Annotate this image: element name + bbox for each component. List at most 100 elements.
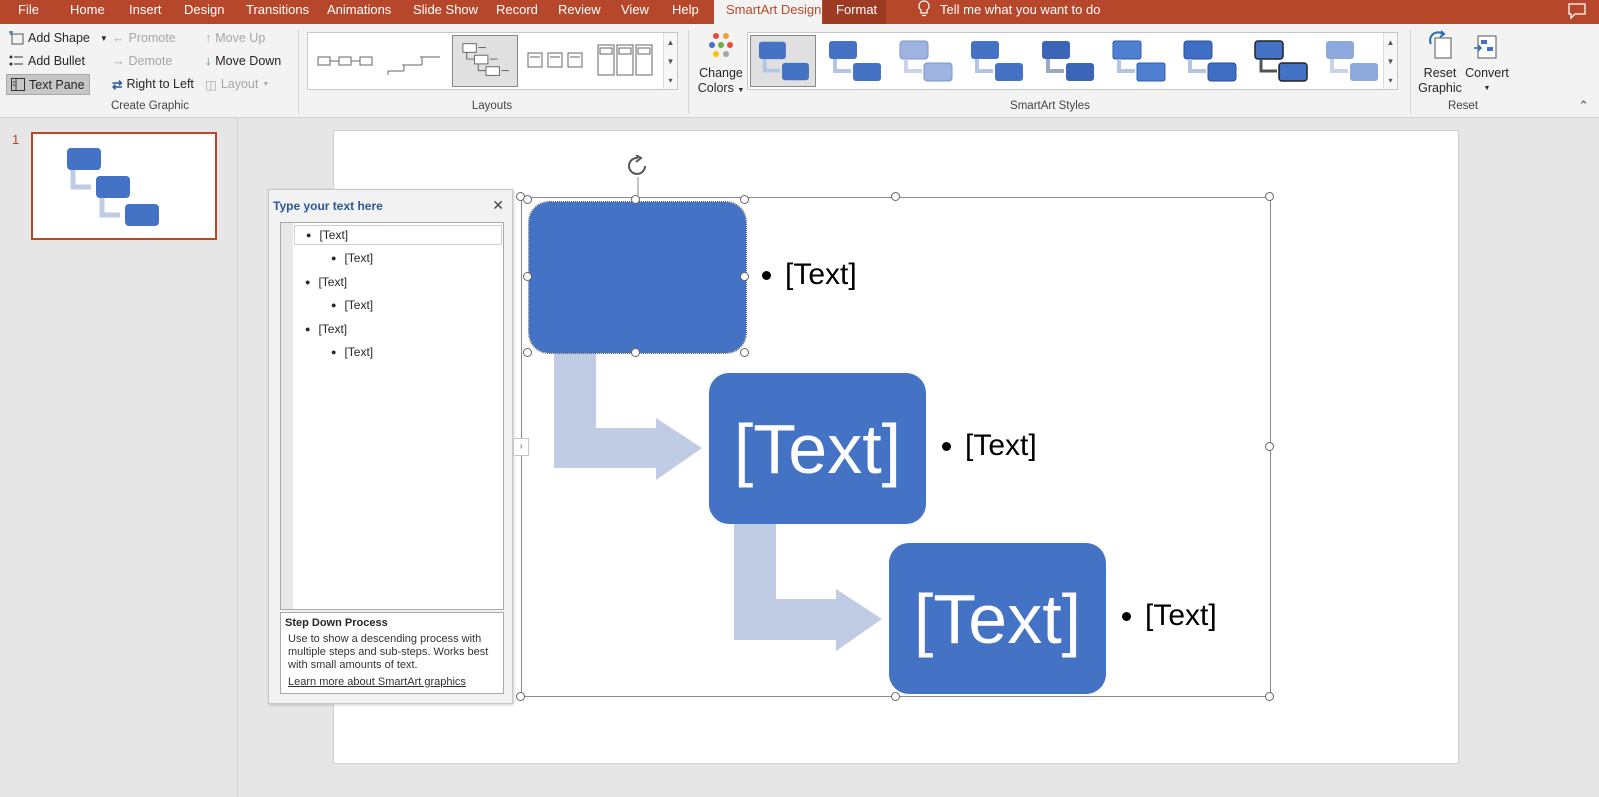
learn-more-link[interactable]: Learn more about SmartArt graphics [285,676,499,689]
resize-handle[interactable] [891,192,900,201]
text-pane-icon [11,78,25,91]
shape-resize-handle[interactable] [523,195,532,204]
collapse-ribbon-icon[interactable]: ⌃ [1578,98,1589,114]
style-white-outline-option[interactable] [821,35,887,87]
resize-handle[interactable] [1265,442,1274,451]
layouts-gallery-scroll[interactable]: ▲ ▼ ▾ [663,33,677,89]
tell-me-search[interactable]: Tell me what you want to do [918,0,1100,24]
reset-graphic-button[interactable]: Reset Graphic [1418,30,1462,96]
bullet-icon: ● [306,230,312,240]
add-bullet-button[interactable]: Add Bullet [8,51,85,71]
layout-button[interactable]: ◫ Layout ▼ [205,74,269,94]
smartart-subtext-1[interactable]: [Text] [762,258,857,292]
shape-resize-handle[interactable] [523,348,532,357]
tab-file[interactable]: File [18,0,39,24]
layout-step-up-option[interactable] [382,35,448,87]
styles-gallery-scroll[interactable]: ▲ ▼ ▾ [1383,33,1397,89]
style-moderate-effect-option[interactable] [963,35,1029,87]
slide-thumbnail-preview [67,148,159,226]
convert-icon [1474,35,1497,59]
style-polished-option[interactable] [1105,35,1171,87]
layout-step-down-process-option[interactable] [452,35,518,87]
slide-thumbnail[interactable] [31,132,217,240]
shape-resize-handle[interactable] [523,272,532,281]
add-bullet-label: Add Bullet [28,54,85,68]
tab-record[interactable]: Record [496,0,538,24]
arrow-down-icon: ↓ [205,54,212,68]
text-pane-item[interactable]: ● [Text] [294,225,502,245]
shape-resize-handle[interactable] [631,348,640,357]
tab-design[interactable]: Design [184,0,224,24]
palette-icon [709,33,733,57]
add-shape-button[interactable]: Add Shape ▼ [8,28,108,48]
smartart-subtext-3-label: [Text] [1145,599,1217,632]
text-pane-button[interactable]: Text Pane [6,74,90,95]
change-colors-button[interactable]: Change Colors ▼ [696,30,746,98]
text-pane-subitem[interactable]: ● [Text] [331,342,373,362]
text-pane-item-label: [Text] [318,275,348,289]
resize-handle[interactable] [1265,692,1274,701]
slide-number: 1 [12,132,20,147]
smartart-subtext-2-label: [Text] [965,429,1037,462]
close-icon[interactable]: ✕ [492,197,504,214]
style-simple-fill-option[interactable] [750,35,816,87]
text-pane-subitem[interactable]: ● [Text] [331,248,373,268]
smartart-shape-3[interactable]: [Text] [889,543,1106,694]
bullet-icon: ● [305,324,311,334]
tab-view[interactable]: View [621,0,649,24]
text-pane-title: Type your text here [273,199,383,213]
text-pane-label: Text Pane [29,77,85,92]
text-pane-toggle-icon[interactable]: › [513,438,529,456]
shape-resize-handle[interactable] [740,272,749,281]
rotate-handle-icon[interactable] [625,155,651,197]
layout-continuous-block-option[interactable] [592,35,658,87]
text-pane-item-label: [Text] [344,251,374,265]
change-colors-label-2: Colors ▼ [697,81,745,95]
smartart-graphic[interactable]: [Text] [Text] [Text] [Text] [Text] [521,197,1271,697]
move-down-button[interactable]: ↓ Move Down [205,51,281,71]
tab-animations[interactable]: Animations [327,0,391,24]
comments-icon[interactable] [1567,2,1587,20]
change-colors-label-1: Change [699,66,743,80]
smartart-shape-2[interactable]: [Text] [709,373,926,524]
text-pane-item-label: [Text] [344,345,374,359]
style-powder-option[interactable] [1318,35,1384,87]
shape-resize-handle[interactable] [740,348,749,357]
promote-label: Promote [128,31,176,45]
convert-button[interactable]: Convert ▼ [1462,30,1512,96]
text-pane-item[interactable]: ● [Text] [305,319,347,339]
tab-transitions[interactable]: Transitions [246,0,309,24]
move-up-button[interactable]: ↑ Move Up [205,28,265,48]
style-intense-effect-option[interactable] [1034,35,1100,87]
tab-smartart-design[interactable]: SmartArt Design [714,0,822,24]
tab-home[interactable]: Home [70,0,105,24]
smartart-shape-1[interactable] [528,201,747,354]
reset-group-label: Reset [1447,100,1479,112]
resize-handle[interactable] [516,692,525,701]
resize-handle[interactable] [891,692,900,701]
layout-basic-process-option[interactable] [312,35,378,87]
promote-button[interactable]: ← Promote [112,28,176,48]
smartart-subtext-3[interactable]: [Text] [1122,599,1217,633]
tab-slide-show[interactable]: Slide Show [413,0,478,24]
style-cartoon-option[interactable] [1247,35,1313,87]
shape-resize-handle[interactable] [740,195,749,204]
tab-help[interactable]: Help [672,0,699,24]
style-inset-option[interactable] [1176,35,1242,87]
smartart-styles-gallery: ▲ ▼ ▾ [747,32,1398,90]
demote-button[interactable]: → Demote [112,51,172,71]
right-to-left-button[interactable]: ⇄ Right to Left [112,74,194,94]
ribbon: Add Shape ▼ Add Bullet Text Pane ← Promo… [0,24,1599,118]
text-pane-subitem[interactable]: ● [Text] [331,295,373,315]
add-shape-label: Add Shape [28,31,90,45]
tab-insert[interactable]: Insert [129,0,162,24]
tab-format[interactable]: Format [823,0,886,24]
tab-review[interactable]: Review [558,0,601,24]
smartart-subtext-2[interactable]: [Text] [942,429,1037,463]
resize-handle[interactable] [1265,192,1274,201]
style-subtle-effect-option[interactable] [892,35,958,87]
text-pane-item[interactable]: ● [Text] [305,272,347,292]
layout-alternating-flow-option[interactable] [522,35,588,87]
text-pane-item-label: [Text] [319,228,349,242]
text-pane-list[interactable]: ● [Text] ● [Text] ● [Text] ● [Text] ● [Text] … [280,222,504,610]
